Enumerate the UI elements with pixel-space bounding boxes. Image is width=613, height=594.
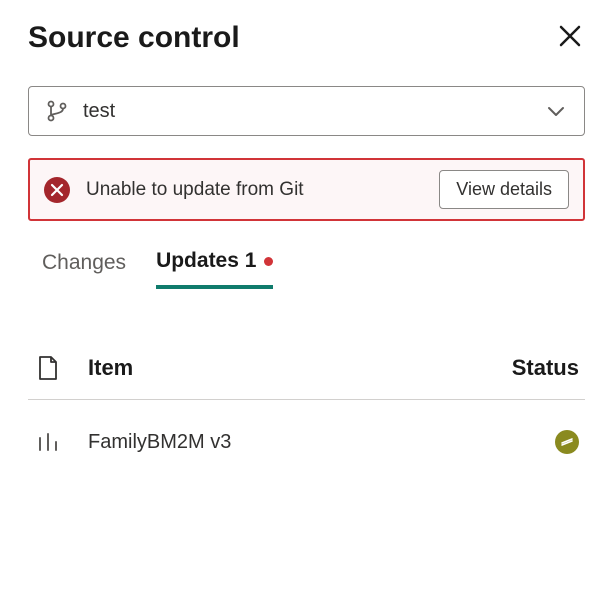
chevron-down-icon	[544, 99, 568, 123]
tab-updates-label: Updates 1	[156, 249, 256, 273]
tab-bar: Changes Updates 1	[28, 249, 585, 289]
tab-changes[interactable]: Changes	[42, 249, 126, 289]
error-alert: Unable to update from Git View details	[28, 158, 585, 221]
column-header-status: Status	[512, 355, 579, 381]
alert-message: Unable to update from Git	[86, 179, 423, 201]
close-button[interactable]	[555, 20, 585, 56]
view-details-button[interactable]: View details	[439, 170, 569, 209]
branch-name: test	[83, 100, 530, 123]
branch-dropdown[interactable]: test	[28, 86, 585, 136]
branch-icon	[45, 99, 69, 123]
tab-updates[interactable]: Updates 1	[156, 249, 273, 289]
table-row[interactable]: FamilyBM2M v3	[28, 400, 585, 454]
status-badge	[555, 430, 579, 454]
semantic-model-icon	[34, 432, 62, 452]
update-indicator-dot	[264, 257, 273, 266]
item-name: FamilyBM2M v3	[88, 431, 529, 454]
page-title: Source control	[28, 21, 240, 55]
close-icon	[559, 22, 581, 53]
document-icon	[34, 355, 62, 381]
column-header-item: Item	[88, 355, 486, 381]
tab-changes-label: Changes	[42, 251, 126, 275]
error-icon	[44, 177, 70, 203]
table-header: Item Status	[28, 355, 585, 400]
